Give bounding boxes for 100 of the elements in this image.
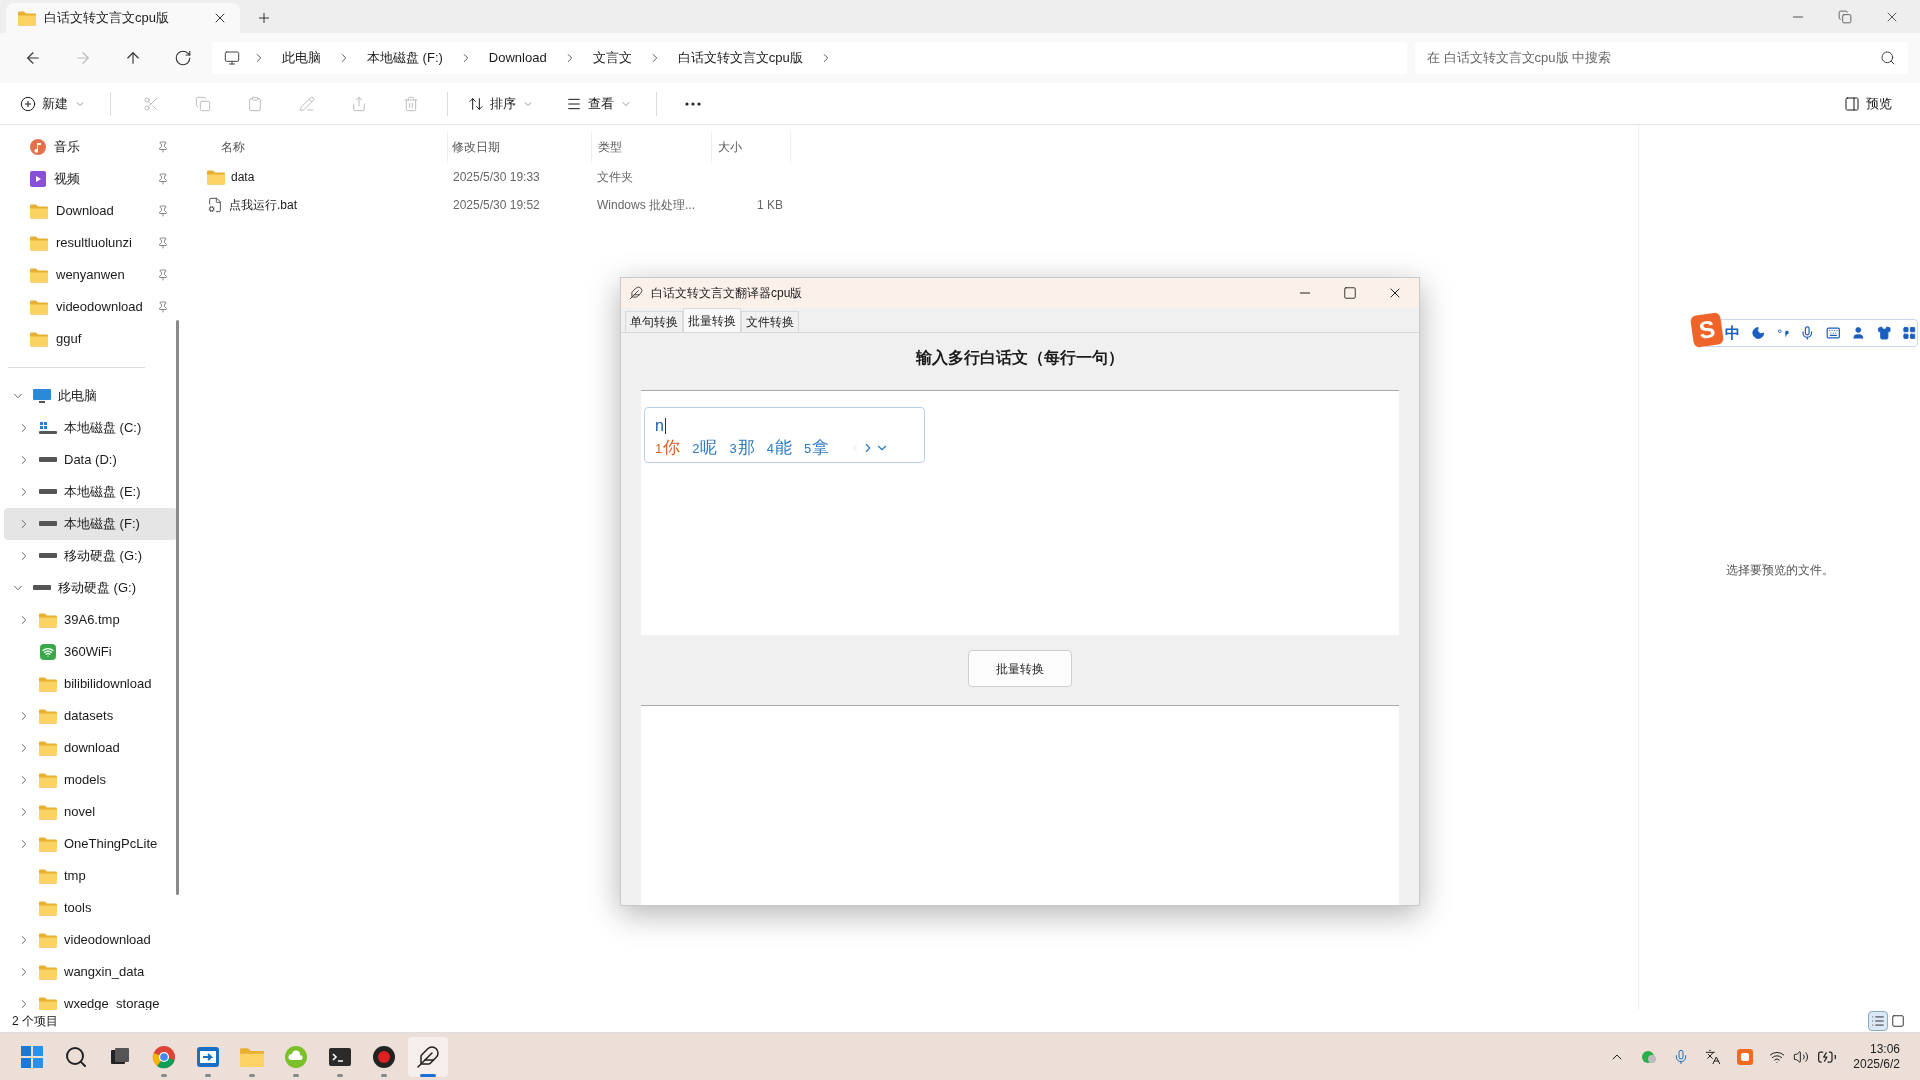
- tree-item[interactable]: Data (D:): [4, 444, 177, 476]
- tree-item[interactable]: novel: [4, 796, 177, 828]
- refresh-icon[interactable]: [174, 49, 192, 67]
- maximize-icon[interactable]: [1343, 286, 1357, 300]
- shirt-icon[interactable]: [1876, 325, 1892, 341]
- user-icon[interactable]: [1851, 325, 1866, 341]
- moon-icon[interactable]: [1751, 325, 1766, 341]
- preview-button[interactable]: 预览: [1836, 87, 1900, 120]
- ime-candidate[interactable]: 2呢: [692, 435, 718, 461]
- new-button[interactable]: 新建: [12, 87, 94, 120]
- tree-item[interactable]: tmp: [4, 860, 177, 892]
- window-title: 白话文转文言文翻译器cpu版: [651, 285, 804, 302]
- tree-item[interactable]: OneThingPcLite: [4, 828, 177, 860]
- ime-candidate[interactable]: 5拿: [803, 435, 830, 461]
- breadcrumb-item[interactable]: 此电脑: [278, 48, 325, 68]
- tree-item[interactable]: 移动硬盘 (G:): [4, 540, 177, 572]
- ime-mode[interactable]: 中: [1725, 321, 1740, 345]
- column-header[interactable]: 大小: [711, 131, 791, 163]
- preview-pane-icon: [1844, 95, 1860, 112]
- ime-candidate[interactable]: 1你: [655, 435, 681, 461]
- input-method-icon[interactable]: [1737, 1048, 1754, 1065]
- browser-icon[interactable]: [152, 1044, 176, 1069]
- sidebar-item[interactable]: wenyanwen: [0, 259, 185, 291]
- scissors-icon: [143, 95, 159, 112]
- ime-candidate[interactable]: 3那: [729, 435, 755, 461]
- details-view-button[interactable]: [1868, 1011, 1888, 1031]
- sidebar-item[interactable]: videodownload: [0, 291, 185, 323]
- language-icon[interactable]: [1705, 1048, 1722, 1065]
- breadcrumb-item[interactable]: 文言文: [588, 48, 636, 68]
- chat-icon[interactable]: [1641, 1048, 1658, 1065]
- explorer-tab[interactable]: 白话文转文言文cpu版: [6, 3, 240, 33]
- sidebar-item[interactable]: Download: [0, 195, 185, 227]
- scrollbar[interactable]: [176, 320, 179, 895]
- clock-time[interactable]: 13:06: [1869, 1041, 1900, 1057]
- view-button[interactable]: 查看: [558, 87, 640, 120]
- tree-item[interactable]: 移动硬盘 (G:): [4, 572, 177, 604]
- file-row[interactable]: data 2025/5/30 19:33 文件夹: [199, 163, 799, 191]
- tree-item[interactable]: models: [4, 764, 177, 796]
- breadcrumb-item[interactable]: 白话文转文言文cpu版: [673, 48, 807, 68]
- file-row[interactable]: 点我运行.bat 2025/5/30 19:52 Windows 批处理... 1 KB: [199, 191, 799, 219]
- folder-icon: [30, 331, 48, 347]
- column-header[interactable]: 修改日期: [447, 131, 591, 163]
- tab[interactable]: 批量转换: [683, 308, 741, 332]
- microphone-icon[interactable]: [1800, 325, 1815, 341]
- batch-convert-button[interactable]: 批量转换: [968, 650, 1072, 687]
- tree-item[interactable]: 本地磁盘 (C:): [4, 412, 177, 444]
- search-icon[interactable]: [64, 1044, 88, 1069]
- restore-icon[interactable]: [1838, 9, 1852, 24]
- folder-icon: [39, 740, 57, 756]
- rename-icon: [299, 95, 315, 112]
- tree-item[interactable]: 此电脑: [4, 380, 177, 412]
- sort-button[interactable]: 排序: [460, 87, 542, 120]
- grid-icon[interactable]: [1902, 325, 1917, 341]
- tree-item[interactable]: datasets: [4, 700, 177, 732]
- cloud-app-icon[interactable]: [284, 1044, 308, 1069]
- back-icon[interactable]: [24, 49, 42, 67]
- ime-candidate[interactable]: 4能: [766, 435, 792, 461]
- breadcrumb-item[interactable]: Download: [484, 48, 551, 68]
- breadcrumb-item[interactable]: 本地磁盘 (F:): [363, 48, 447, 68]
- tile-icon: [1891, 1014, 1905, 1028]
- sidebar-item[interactable]: resultluolunzi: [0, 227, 185, 259]
- drive-icon: [39, 489, 57, 495]
- windows-start-icon[interactable]: [21, 1045, 43, 1068]
- search-icon: [1880, 50, 1896, 66]
- address-bar[interactable]: 此电脑 本地磁盘 (F:) Download 文言文 白话文转文言文cpu版: [212, 42, 1407, 74]
- taskbar-button[interactable]: [408, 1036, 448, 1077]
- column-header[interactable]: 名称: [199, 138, 447, 156]
- column-header[interactable]: 类型: [591, 131, 711, 163]
- tree-item[interactable]: download: [4, 732, 177, 764]
- sidebar-item[interactable]: gguf: [0, 323, 185, 355]
- new-tab-icon[interactable]: [256, 10, 272, 26]
- tab[interactable]: 单句转换: [625, 311, 683, 332]
- sidebar-item[interactable]: 音乐: [0, 131, 185, 163]
- tree-item[interactable]: 39A6.tmp: [4, 604, 177, 636]
- folder-icon: [240, 1046, 264, 1067]
- up-icon[interactable]: [124, 49, 142, 67]
- more-icon: [685, 101, 701, 106]
- tree-item[interactable]: bilibilidownload: [4, 668, 177, 700]
- drive-icon: [39, 553, 57, 559]
- input-field[interactable]: [641, 390, 1399, 635]
- sidebar-item[interactable]: 视频: [0, 163, 185, 195]
- search-box[interactable]: 在 白话文转文言文cpu版 中搜索: [1415, 42, 1908, 74]
- tree-item[interactable]: 360WiFi: [4, 636, 177, 668]
- feather-icon[interactable]: [416, 1044, 440, 1069]
- record-icon[interactable]: [372, 1044, 396, 1069]
- tree-item[interactable]: tools: [4, 892, 177, 924]
- output-field[interactable]: [641, 705, 1399, 905]
- tree-item[interactable]: wangxin_data: [4, 956, 177, 988]
- tree-item[interactable]: 本地磁盘 (F:): [4, 508, 177, 540]
- remote-app-icon[interactable]: [196, 1044, 220, 1069]
- search-field[interactable]: 在 白话文转文言文cpu版 中搜索: [1427, 48, 1880, 68]
- folder-icon: [207, 169, 225, 185]
- keyboard-icon[interactable]: [1825, 325, 1841, 341]
- tree-item[interactable]: videodownload: [4, 924, 177, 956]
- tree-item[interactable]: 本地磁盘 (E:): [4, 476, 177, 508]
- volume-icon[interactable]: [1793, 1048, 1810, 1065]
- clock-date[interactable]: 2025/6/2: [1853, 1056, 1900, 1072]
- tab[interactable]: 文件转换: [741, 311, 799, 332]
- gear-file-icon: [207, 197, 223, 213]
- copy-icon: [195, 95, 211, 112]
